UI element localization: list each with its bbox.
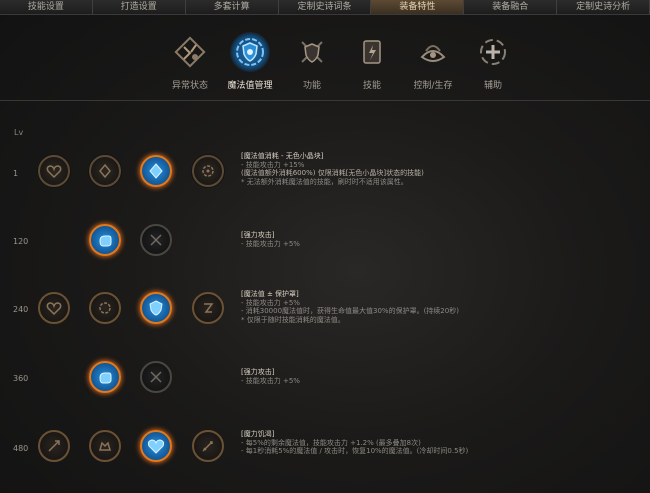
trait-node-sword[interactable] <box>192 430 224 462</box>
trait-line: - 技能攻击力 +5% <box>241 298 300 307</box>
row-level: 120 <box>13 237 29 246</box>
heart-icon <box>46 302 62 316</box>
trait-title: [魔法值消耗 - 无色小晶块] <box>241 152 324 160</box>
category-function[interactable]: 功能 <box>282 28 342 91</box>
category-label: 魔法值管理 <box>227 81 273 91</box>
category-control-survival[interactable]: 控制/生存 <box>403 28 463 91</box>
trait-title: [魔力饥渴] <box>241 430 275 438</box>
fist-icon <box>99 372 112 384</box>
category-label: 控制/生存 <box>413 81 453 91</box>
tab-forge-settings[interactable]: 打造设置 <box>92 0 186 14</box>
mana-shield-icon <box>230 32 270 72</box>
trait-node-mana-thirst-selected[interactable] <box>140 430 172 462</box>
category-status-ailment[interactable]: 异常状态 <box>160 28 220 91</box>
rune-icon <box>204 303 214 313</box>
trait-node-rune[interactable] <box>192 292 224 324</box>
trait-description: [强力攻击] - 技能攻击力 +5% <box>241 231 641 248</box>
crossed-swords-icon <box>150 371 162 383</box>
trait-line: - 每5%的剩余魔法值，技能攻击力 +1.2% (最多叠加8次) <box>241 438 421 447</box>
trait-node-gear[interactable] <box>192 155 224 187</box>
category-label: 辅助 <box>483 81 502 91</box>
tab-skill-settings[interactable]: 技能设置 <box>0 0 93 14</box>
heart-icon <box>46 165 62 179</box>
trait-node-gear[interactable] <box>89 292 121 324</box>
row-level: 1 <box>13 169 19 178</box>
tab-equipment-fusion[interactable]: 装备融合 <box>464 0 558 14</box>
trait-node-heart[interactable] <box>38 292 70 324</box>
sword-icon <box>202 441 213 452</box>
category-row: 异常状态 魔法值管理 功能 技能 控制/生存 辅助 <box>160 28 530 98</box>
gear-icon <box>99 302 111 314</box>
skill-book-icon <box>352 32 392 72</box>
blade-icon <box>48 440 60 452</box>
crossed-swords-icon <box>150 234 162 246</box>
trait-node-crystal[interactable] <box>89 155 121 187</box>
mana-crystal-icon <box>149 163 163 179</box>
category-label: 异常状态 <box>171 81 208 91</box>
trait-description: [魔法值 ± 保护罩] - 技能攻击力 +5% - 消耗30000魔法值时，获得… <box>241 290 641 324</box>
trait-description: [强力攻击] - 技能攻击力 +5% <box>241 368 641 385</box>
category-label: 功能 <box>302 81 321 91</box>
fist-icon <box>99 235 112 247</box>
trait-line: * 无法额外消耗魔法值的技能，刷时时不适用该属性。 <box>241 177 408 186</box>
trait-line: (魔法值额外消耗600%) 仅限消耗[无色小晶块]状态的技能) <box>241 169 424 178</box>
gear-icon <box>202 165 214 177</box>
trait-title: [魔法值 ± 保护罩] <box>241 290 299 298</box>
trait-description: [魔力饥渴] - 每5%的剩余魔法值，技能攻击力 +1.2% (最多叠加8次) … <box>241 430 641 456</box>
trait-node-mana-crystal-selected[interactable] <box>140 155 172 187</box>
row-level: 360 <box>13 374 29 383</box>
section-divider <box>0 100 650 101</box>
beast-icon <box>99 441 111 451</box>
trait-node-blade[interactable] <box>38 430 70 462</box>
tab-custom-epic-affix[interactable]: 定制史诗词条 <box>278 0 372 14</box>
trait-node-mana-shield-selected[interactable] <box>140 292 172 324</box>
tab-multi-set-calc[interactable]: 多套计算 <box>185 0 279 14</box>
tab-equipment-traits[interactable]: 装备特性 <box>371 0 465 14</box>
trait-node-strong-attack-selected[interactable] <box>89 224 121 256</box>
crystal-icon <box>99 163 111 179</box>
mana-shield-icon <box>149 300 163 316</box>
trait-title: [强力攻击] <box>241 231 275 239</box>
trait-title: [强力攻击] <box>241 368 275 376</box>
trait-line: - 技能攻击力 +15% <box>241 160 305 169</box>
category-label: 技能 <box>362 81 381 91</box>
support-icon <box>473 32 513 72</box>
trait-line: - 每1秒消耗5%的魔法值 / 攻击时，恢复10%的魔法值。(冷却时间0.5秒) <box>241 447 469 456</box>
top-tab-bar: 技能设置 打造设置 多套计算 定制史诗词条 装备特性 装备融合 定制史诗分析 <box>0 0 650 15</box>
level-column-header: Lv <box>14 128 24 137</box>
heart-icon <box>147 439 165 454</box>
category-support[interactable]: 辅助 <box>463 28 523 91</box>
trait-description: [魔法值消耗 - 无色小晶块] - 技能攻击力 +15% (魔法值额外消耗600… <box>241 152 641 186</box>
trait-node-alt[interactable] <box>140 224 172 256</box>
trait-node-beast[interactable] <box>89 430 121 462</box>
row-level: 240 <box>13 305 29 314</box>
trait-line: - 技能攻击力 +5% <box>241 376 300 385</box>
row-level: 480 <box>13 444 29 453</box>
trait-node-alt[interactable] <box>140 361 172 393</box>
trait-node-strong-attack-selected[interactable] <box>89 361 121 393</box>
trait-line: - 技能攻击力 +5% <box>241 239 300 248</box>
trait-line: * 仅限于随时技能消耗的魔法值。 <box>241 315 345 324</box>
category-mana-management[interactable]: 魔法值管理 <box>220 28 280 91</box>
status-ailment-icon <box>170 32 210 72</box>
category-skill[interactable]: 技能 <box>342 28 402 91</box>
trait-line: - 消耗30000魔法值时，获得生命值最大值30%的保护罩。(持续20秒) <box>241 307 459 316</box>
control-survival-icon <box>413 32 453 72</box>
trait-node-heart[interactable] <box>38 155 70 187</box>
shield-sword-icon <box>292 32 332 72</box>
tab-custom-epic-analysis[interactable]: 定制史诗分析 <box>557 0 650 14</box>
